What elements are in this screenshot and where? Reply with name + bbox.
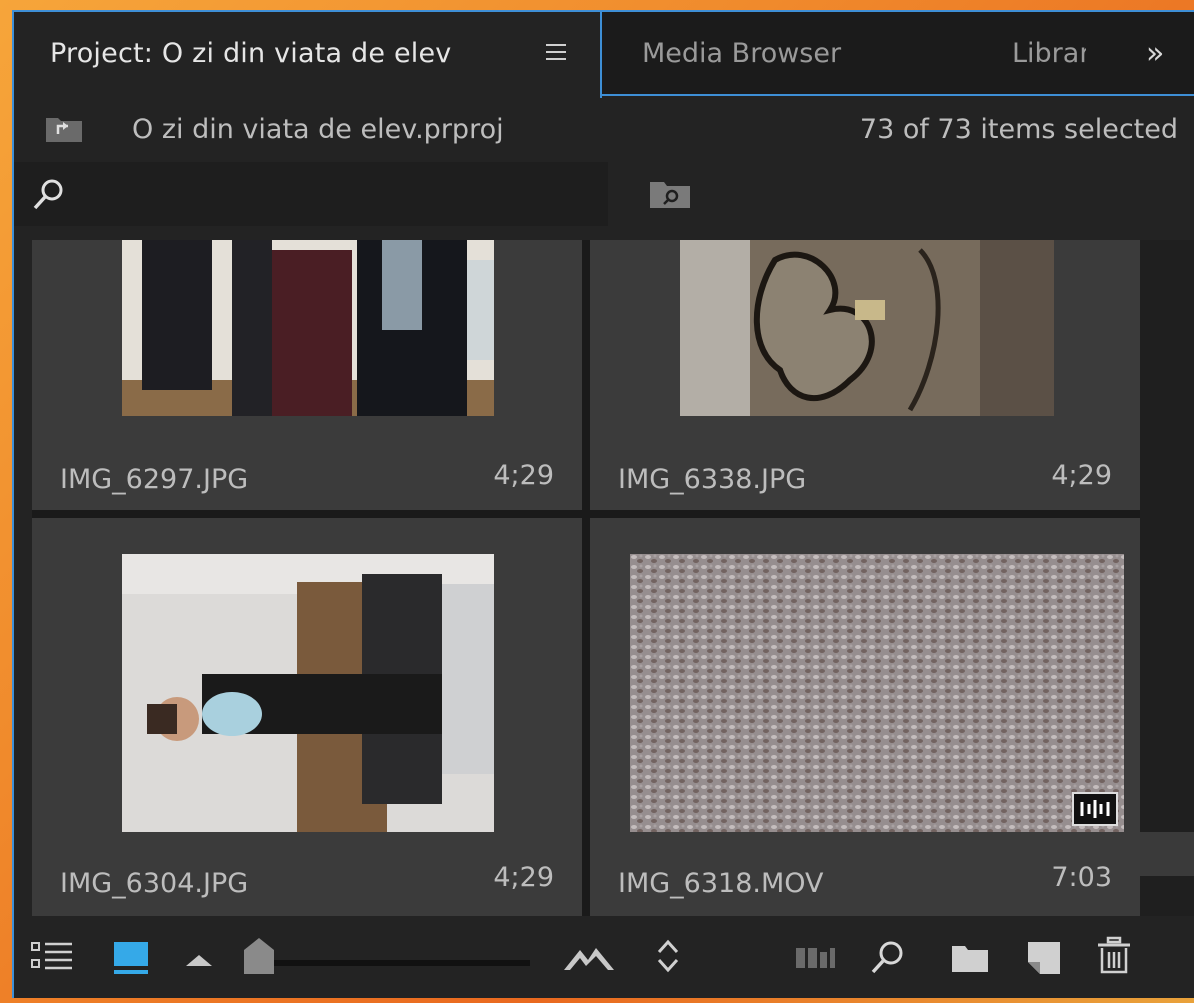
zoom-in-icon[interactable] bbox=[562, 944, 616, 972]
search-icon bbox=[33, 179, 63, 210]
tab-overflow-icon[interactable]: » bbox=[1146, 36, 1164, 71]
tab-project[interactable]: Project: O zi din viata de elev bbox=[14, 12, 602, 98]
clip-tile[interactable]: IMG_6297.JPG 4;29 bbox=[32, 240, 582, 510]
clip-name: IMG_6318.MOV bbox=[618, 868, 824, 899]
icon-view-icon[interactable] bbox=[112, 940, 152, 976]
clip-name: IMG_6297.JPG bbox=[60, 464, 249, 495]
project-panel: Project: O zi din viata de elev Media Br… bbox=[12, 10, 1194, 998]
zoom-slider-track[interactable] bbox=[254, 960, 530, 966]
tab-bar-divider bbox=[602, 94, 1194, 96]
grid-scrollbar[interactable] bbox=[1140, 240, 1194, 916]
clip-tile[interactable]: IMG_6338.JPG 4;29 bbox=[590, 240, 1140, 510]
find-icon[interactable] bbox=[868, 938, 908, 978]
panel-tab-bar: Project: O zi din viata de elev Media Br… bbox=[14, 12, 1194, 98]
grid-scrollbar-thumb[interactable] bbox=[1140, 832, 1194, 876]
new-bin-icon[interactable] bbox=[950, 942, 990, 974]
tab-libraries[interactable]: Libraries bbox=[1012, 38, 1086, 69]
clip-thumbnail[interactable] bbox=[122, 554, 494, 832]
list-view-icon[interactable] bbox=[30, 938, 74, 974]
trash-icon[interactable] bbox=[1096, 936, 1132, 976]
automate-to-sequence-icon[interactable] bbox=[794, 942, 844, 972]
panel-menu-icon[interactable] bbox=[546, 42, 566, 62]
new-item-icon[interactable] bbox=[1026, 940, 1062, 976]
clip-thumbnail[interactable] bbox=[630, 554, 1124, 832]
zoom-out-icon[interactable] bbox=[184, 952, 214, 968]
sort-icon[interactable] bbox=[654, 936, 682, 976]
audio-waveform-icon bbox=[1072, 792, 1118, 826]
clip-tile[interactable]: IMG_6304.JPG 4;29 bbox=[32, 518, 582, 916]
clip-name: IMG_6338.JPG bbox=[618, 464, 807, 495]
search-input[interactable] bbox=[76, 170, 600, 220]
clip-name: IMG_6304.JPG bbox=[60, 868, 249, 899]
clip-duration: 4;29 bbox=[493, 862, 554, 893]
zoom-slider-handle[interactable] bbox=[242, 936, 276, 976]
selection-count: 73 of 73 items selected bbox=[859, 114, 1178, 145]
bottom-toolbar bbox=[14, 916, 1194, 998]
clip-grid: IMG_6297.JPG 4;29 IMG_6338.JPG 4;29 IMG_… bbox=[32, 240, 1140, 916]
tab-project-label: Project: O zi din viata de elev bbox=[50, 38, 452, 69]
new-search-bin-icon[interactable] bbox=[646, 176, 694, 212]
clip-thumbnail[interactable] bbox=[122, 240, 494, 416]
clip-duration: 7:03 bbox=[1051, 862, 1112, 893]
project-file-name: O zi din viata de elev.prproj bbox=[132, 114, 504, 145]
clip-tile[interactable]: IMG_6318.MOV 7:03 bbox=[590, 518, 1140, 916]
folder-up-icon[interactable] bbox=[44, 114, 84, 144]
tab-media-browser[interactable]: Media Browser bbox=[642, 38, 841, 69]
clip-thumbnail[interactable] bbox=[680, 240, 1054, 416]
search-box bbox=[14, 162, 608, 226]
clip-duration: 4;29 bbox=[493, 460, 554, 491]
clip-duration: 4;29 bbox=[1051, 460, 1112, 491]
project-header: O zi din viata de elev.prproj 73 of 73 i… bbox=[14, 98, 1194, 160]
